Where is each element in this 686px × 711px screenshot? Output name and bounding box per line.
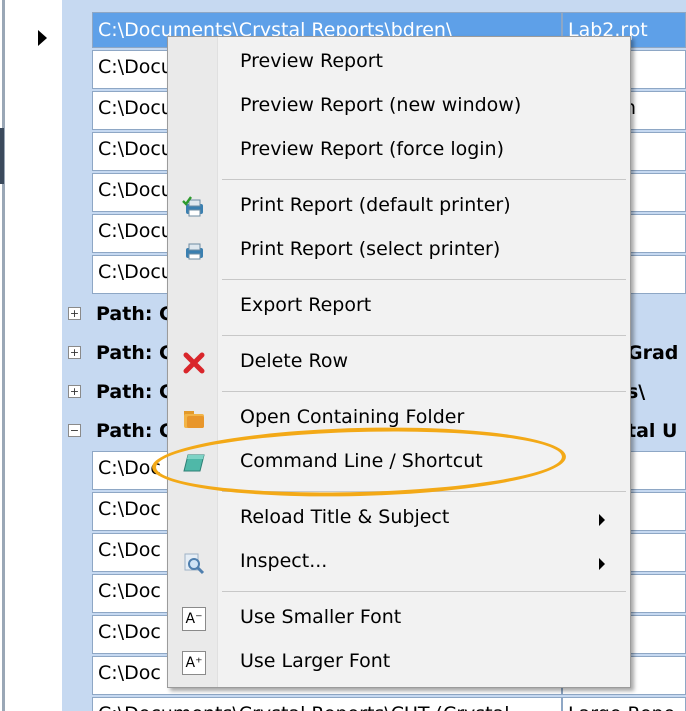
group-label: Path: C xyxy=(96,420,174,442)
group-label: Path: C xyxy=(96,381,174,403)
menu-item-label: Inspect... xyxy=(240,550,328,572)
group-label-tail: tal U xyxy=(627,420,678,442)
menu-item-reload-title-subject[interactable]: Reload Title & Subject xyxy=(168,499,630,539)
menu-item-label: Use Larger Font xyxy=(240,650,391,672)
submenu-arrow-icon xyxy=(599,514,605,526)
menu-item-label: Preview Report xyxy=(240,50,383,72)
collapse-toggle-icon[interactable]: − xyxy=(68,424,81,437)
group-label: Path: C xyxy=(96,303,174,325)
row-header-column xyxy=(12,0,63,711)
submenu-arrow-icon xyxy=(599,558,605,570)
folder-icon xyxy=(182,407,206,431)
menu-item-label: Print Report (select printer) xyxy=(240,238,501,260)
printer-check-icon xyxy=(182,195,206,219)
menu-item-label: Print Report (default printer) xyxy=(240,194,511,216)
expand-toggle-icon[interactable]: + xyxy=(68,385,81,398)
left-panel-border xyxy=(2,0,5,711)
menu-item-preview-report-force-login[interactable]: Preview Report (force login) xyxy=(168,131,630,171)
font-larger-icon: A⁺ xyxy=(182,651,206,675)
expand-toggle-icon[interactable]: + xyxy=(68,307,81,320)
menu-item-print-select-printer[interactable]: Print Report (select printer) xyxy=(168,231,630,271)
menu-item-label: Reload Title & Subject xyxy=(240,506,450,528)
menu-item-label: Preview Report (new window) xyxy=(240,94,522,116)
menu-item-preview-report[interactable]: Preview Report xyxy=(168,43,630,83)
menu-separator xyxy=(222,391,626,392)
magnifier-icon xyxy=(182,551,206,575)
font-smaller-icon: A⁻ xyxy=(182,607,206,631)
red-x-icon xyxy=(182,351,206,375)
file-cell[interactable]: Large Repo xyxy=(562,697,686,711)
menu-item-export-report[interactable]: Export Report xyxy=(168,287,630,327)
path-cell[interactable]: C:\Documents\Crystal Reports\CUT (Crysta… xyxy=(92,697,562,711)
table-row[interactable]: C:\Documents\Crystal Reports\CUT (Crysta… xyxy=(62,697,686,711)
group-label: Path: C xyxy=(96,342,174,364)
context-menu: Preview Report Preview Report (new windo… xyxy=(167,36,631,688)
printer-icon xyxy=(182,239,206,263)
menu-separator xyxy=(222,279,626,280)
menu-separator xyxy=(222,591,626,592)
menu-item-preview-report-new-window[interactable]: Preview Report (new window) xyxy=(168,87,630,127)
menu-item-use-larger-font[interactable]: A⁺ Use Larger Font xyxy=(168,643,630,683)
menu-item-delete-row[interactable]: Delete Row xyxy=(168,343,630,383)
expand-toggle-icon[interactable]: + xyxy=(68,346,81,359)
menu-item-inspect[interactable]: Inspect... xyxy=(168,543,630,583)
menu-item-label: Open Containing Folder xyxy=(240,406,465,428)
menu-item-label: Delete Row xyxy=(240,350,348,372)
left-panel-marker xyxy=(0,128,4,184)
group-label-tail: Grad xyxy=(627,342,679,364)
menu-separator xyxy=(222,335,626,336)
menu-item-print-default-printer[interactable]: Print Report (default printer) xyxy=(168,187,630,227)
menu-item-label: Preview Report (force login) xyxy=(240,138,505,160)
menu-separator xyxy=(222,179,626,180)
menu-item-use-smaller-font[interactable]: A⁻ Use Smaller Font xyxy=(168,599,630,639)
current-row-arrow-icon xyxy=(38,30,47,46)
menu-item-label: Use Smaller Font xyxy=(240,606,402,628)
menu-item-label: Export Report xyxy=(240,294,372,316)
